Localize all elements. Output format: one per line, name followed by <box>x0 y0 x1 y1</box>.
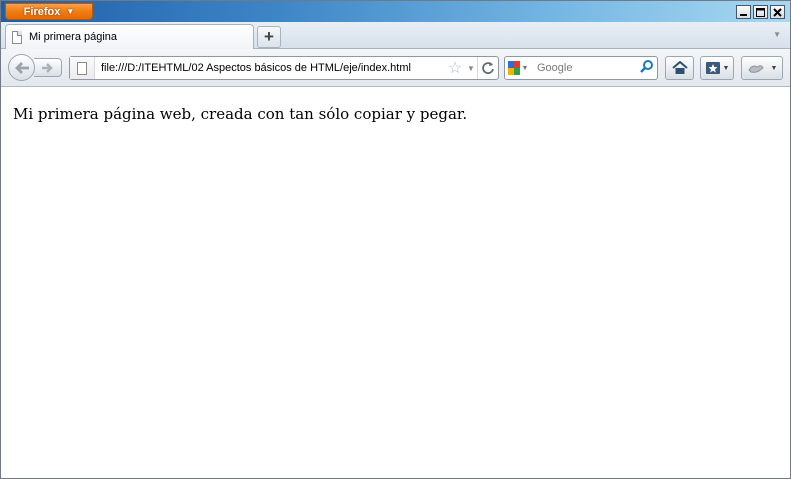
bookmark-star-icon[interactable]: ☆ <box>445 58 465 78</box>
page-content: Mi primera página web, creada con tan só… <box>1 87 790 478</box>
reload-icon[interactable] <box>477 57 498 79</box>
firefox-menu-button[interactable]: Firefox ▼ <box>5 3 93 20</box>
close-icon <box>773 7 782 17</box>
home-button[interactable] <box>665 56 694 80</box>
minimize-icon <box>740 13 747 16</box>
navigation-toolbar: file:///D:/ITEHTML/02 Aspectos básicos d… <box>1 49 790 87</box>
bookmarks-menu-button[interactable]: ▼ <box>700 56 734 80</box>
tab-title: Mi primera página <box>29 31 118 43</box>
firefox-button-label: Firefox <box>23 5 61 18</box>
search-bar[interactable]: ▼ Google <box>504 56 658 80</box>
tab-strip: Mi primera página + ▼ <box>1 22 790 49</box>
back-button[interactable] <box>8 54 35 81</box>
home-icon <box>671 61 688 74</box>
search-engine-selector[interactable]: ▼ <box>505 57 531 79</box>
page-icon <box>12 30 22 44</box>
chevron-down-icon: ▼ <box>770 64 778 72</box>
back-icon <box>14 61 29 74</box>
addon-button[interactable]: ▼ <box>741 56 783 80</box>
body-text: Mi primera página web, creada con tan só… <box>13 105 468 123</box>
url-bar[interactable]: file:///D:/ITEHTML/02 Aspectos básicos d… <box>69 56 499 80</box>
back-forward-group <box>8 54 63 81</box>
minimize-button[interactable] <box>736 5 751 19</box>
list-all-tabs-icon[interactable]: ▼ <box>773 30 781 39</box>
title-bar: Firefox ▼ <box>1 1 790 22</box>
forward-button[interactable] <box>34 58 62 77</box>
search-input[interactable]: Google <box>531 62 637 74</box>
chevron-down-icon: ▼ <box>521 64 529 72</box>
site-identity-button[interactable] <box>70 57 95 79</box>
maximize-icon <box>756 7 765 17</box>
chevron-down-icon: ▼ <box>722 64 730 72</box>
url-history-dropdown-icon[interactable]: ▼ <box>465 64 477 73</box>
browser-window: Firefox ▼ Mi primera página + ▼ file:///… <box>0 0 791 479</box>
url-input[interactable]: file:///D:/ITEHTML/02 Aspectos básicos d… <box>95 62 445 74</box>
tab-mi-primera-pagina[interactable]: Mi primera página <box>5 24 254 49</box>
search-icon[interactable] <box>637 59 657 78</box>
maximize-button[interactable] <box>753 5 768 19</box>
forward-icon <box>41 62 53 73</box>
plus-icon: + <box>264 27 274 46</box>
bookmarks-menu-icon <box>705 62 720 74</box>
google-icon <box>507 61 520 75</box>
new-tab-button[interactable]: + <box>257 26 281 48</box>
addon-icon <box>747 65 764 73</box>
page-icon <box>77 61 87 75</box>
close-button[interactable] <box>770 5 785 19</box>
chevron-down-icon: ▼ <box>66 7 75 16</box>
